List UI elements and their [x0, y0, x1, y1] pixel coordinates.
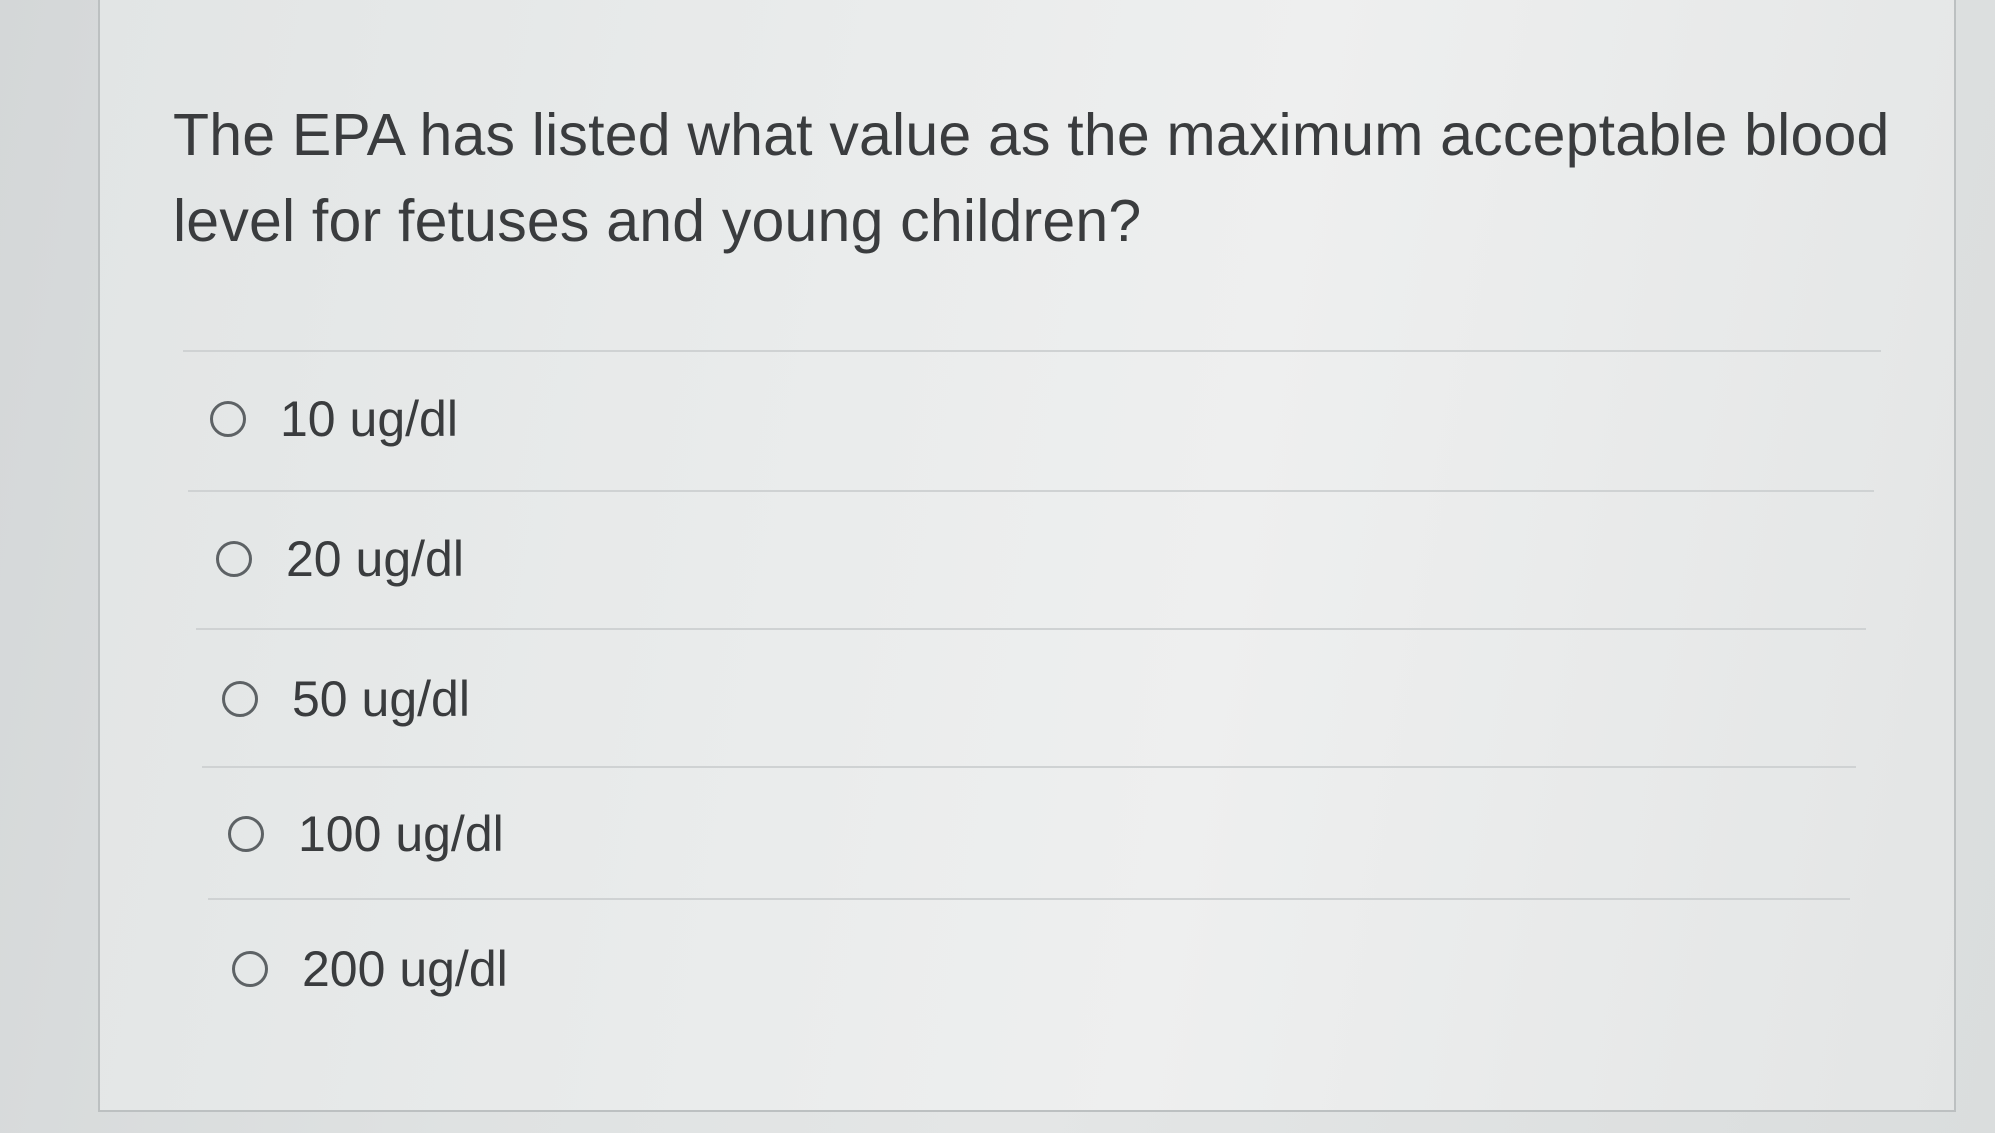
- radio-button-2[interactable]: [216, 541, 252, 577]
- answer-option-label: 100 ug/dl: [298, 806, 504, 862]
- divider: [196, 628, 1866, 630]
- answer-option-label: 50 ug/dl: [292, 671, 470, 727]
- question-text: The EPA has listed what value as the max…: [173, 102, 1890, 254]
- answer-option-3[interactable]: 50 ug/dl: [222, 670, 470, 728]
- answer-option-1[interactable]: 10 ug/dl: [210, 390, 458, 448]
- divider: [202, 766, 1856, 768]
- quiz-page: The EPA has listed what value as the max…: [0, 0, 1995, 1133]
- divider: [188, 490, 1874, 492]
- radio-button-3[interactable]: [222, 681, 258, 717]
- divider: [208, 898, 1850, 900]
- answer-option-5[interactable]: 200 ug/dl: [232, 940, 508, 998]
- radio-button-5[interactable]: [232, 951, 268, 987]
- radio-button-4[interactable]: [228, 816, 264, 852]
- answer-option-4[interactable]: 100 ug/dl: [228, 805, 504, 863]
- answer-option-label: 10 ug/dl: [280, 391, 458, 447]
- divider: [183, 350, 1881, 352]
- answer-option-label: 20 ug/dl: [286, 531, 464, 587]
- answer-option-label: 200 ug/dl: [302, 941, 508, 997]
- radio-button-1[interactable]: [210, 401, 246, 437]
- answer-option-2[interactable]: 20 ug/dl: [216, 530, 464, 588]
